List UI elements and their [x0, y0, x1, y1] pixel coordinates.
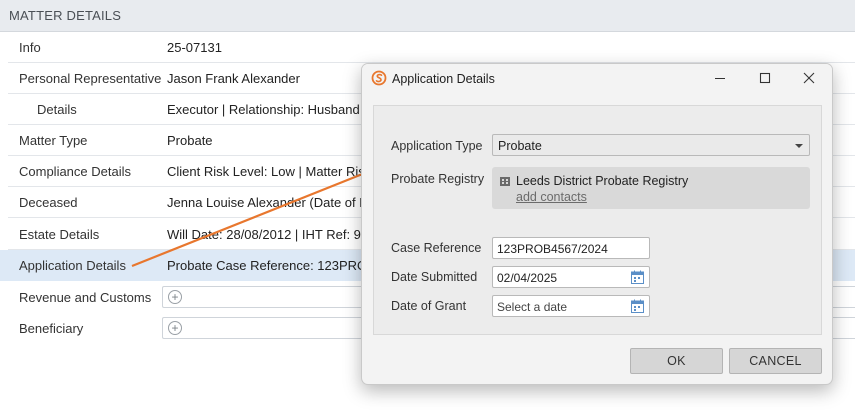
date-submitted-label: Date Submitted	[391, 270, 478, 284]
case-reference-value: 123PROB4567/2024	[497, 242, 608, 256]
dialog-form: Application Type Probate Probate Registr…	[373, 105, 822, 335]
calendar-icon[interactable]	[631, 270, 644, 284]
case-reference-label: Case Reference	[391, 241, 482, 255]
plus-circle-icon[interactable]: +	[168, 321, 182, 335]
row-label: Personal Representative	[19, 71, 162, 86]
app-logo-icon	[371, 70, 387, 86]
close-button[interactable]	[789, 64, 829, 93]
case-reference-input[interactable]: 123PROB4567/2024	[492, 237, 650, 259]
date-of-grant-label: Date of Grant	[391, 299, 467, 313]
minimize-icon	[715, 78, 725, 79]
minimize-button[interactable]	[700, 64, 740, 93]
calendar-icon[interactable]	[631, 299, 644, 313]
row-label: Compliance Details	[19, 164, 131, 179]
row-value: Will Date: 28/08/2012 | IHT Ref: 98	[167, 227, 369, 242]
dialog-title: Application Details	[392, 72, 495, 86]
date-of-grant-placeholder: Select a date	[497, 300, 568, 314]
row-value: Probate	[167, 133, 213, 148]
cancel-button[interactable]: CANCEL	[729, 348, 822, 374]
probate-registry-field[interactable]: Leeds District Probate Registry add cont…	[492, 167, 810, 209]
row-value: Executor | Relationship: Husband	[167, 102, 360, 117]
row-label: Matter Type	[19, 133, 88, 148]
date-submitted-input[interactable]: 02/04/2025	[492, 266, 650, 288]
application-type-label: Application Type	[391, 139, 483, 153]
row-info[interactable]: Info 25-07131	[0, 32, 855, 63]
application-type-select[interactable]: Probate	[492, 134, 810, 156]
row-value: Jenna Louise Alexander (Date of D	[167, 195, 369, 210]
row-label: Revenue and Customs	[19, 290, 152, 305]
row-value: Jason Frank Alexander	[167, 71, 300, 86]
probate-registry-label: Probate Registry	[391, 172, 485, 186]
chevron-down-icon	[795, 144, 803, 148]
dialog-titlebar[interactable]: Application Details	[362, 64, 832, 93]
date-submitted-value: 02/04/2025	[497, 271, 558, 285]
row-value: Client Risk Level: Low | Matter Risk	[167, 164, 372, 179]
maximize-icon	[759, 72, 771, 84]
application-type-value: Probate	[498, 139, 542, 153]
maximize-button[interactable]	[745, 64, 785, 93]
application-details-dialog: Application Details Application Type Pro…	[361, 63, 833, 385]
plus-circle-icon[interactable]: +	[168, 290, 182, 304]
row-value: Probate Case Reference: 123PROB	[167, 258, 376, 273]
date-of-grant-input[interactable]: Select a date	[492, 295, 650, 317]
row-label: Info	[19, 40, 41, 55]
probate-registry-value: Leeds District Probate Registry	[516, 174, 689, 188]
add-contacts-link[interactable]: add contacts	[516, 190, 587, 204]
row-label: Details	[37, 102, 77, 117]
row-label: Estate Details	[19, 227, 100, 242]
row-label: Beneficiary	[19, 321, 84, 336]
row-label: Application Details	[19, 258, 126, 273]
row-label: Deceased	[19, 195, 78, 210]
matter-details-header: MATTER DETAILS	[0, 0, 855, 32]
close-icon	[803, 72, 815, 84]
building-icon	[500, 177, 510, 186]
row-value: 25-07131	[167, 40, 222, 55]
ok-button[interactable]: OK	[630, 348, 723, 374]
